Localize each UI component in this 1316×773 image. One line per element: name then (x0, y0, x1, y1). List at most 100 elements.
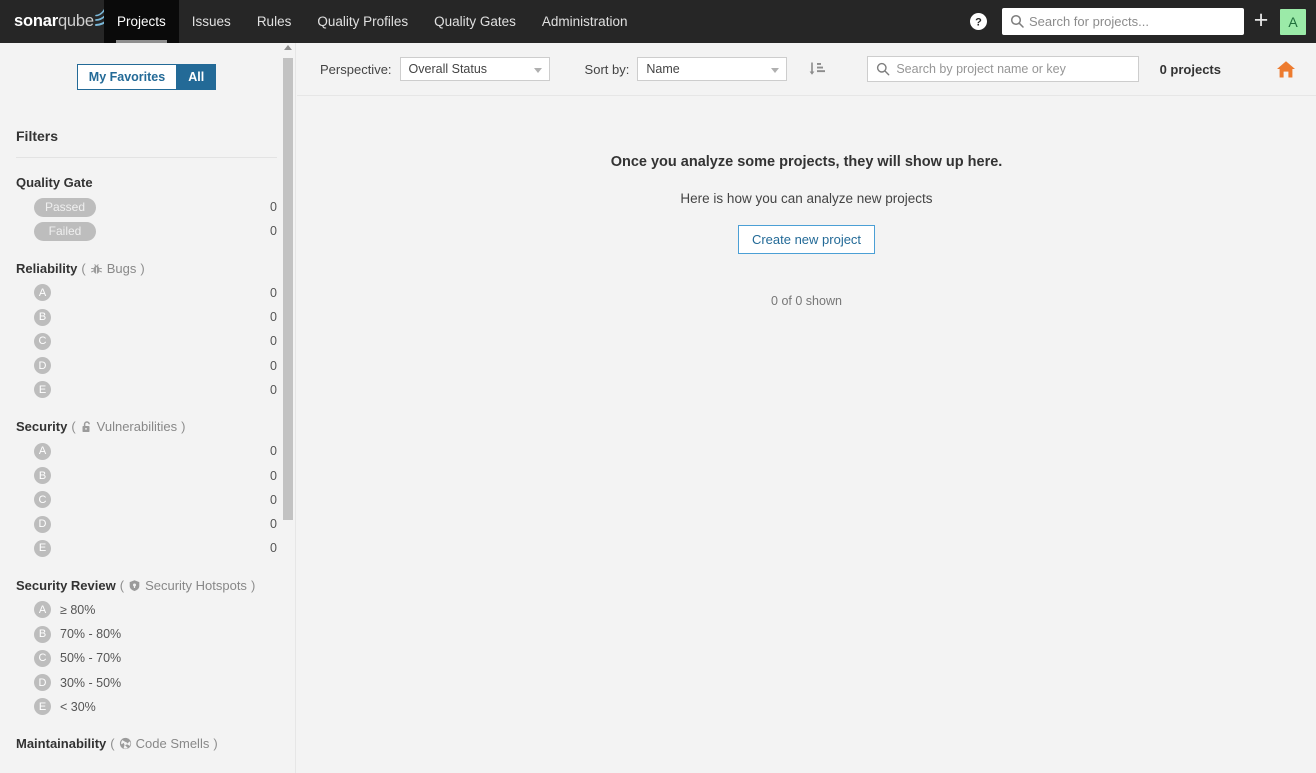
status-badge-failed: Failed (34, 221, 96, 241)
paren-close: ) (250, 577, 256, 593)
security-hotspot-shield-icon (128, 579, 141, 592)
rating-badge-a: A (34, 601, 51, 619)
nav-right-actions: ? + A (964, 0, 1316, 43)
filters-sidebar: My Favorites All Filters Quality Gate Pa… (0, 43, 296, 773)
facet-title: Security Review (16, 577, 116, 593)
bug-icon (90, 262, 103, 275)
facet-row-rating-c[interactable]: C 0 (16, 488, 277, 512)
facet-row-passed[interactable]: Passed 0 (16, 195, 277, 219)
scrollbar-thumb[interactable] (283, 58, 293, 520)
facet-range-label: 50% - 70% (60, 651, 122, 666)
nav-item-quality-gates[interactable]: Quality Gates (421, 0, 529, 43)
status-badge-passed: Passed (34, 197, 96, 217)
toggle-all[interactable]: All (176, 64, 217, 90)
facet-count: 0 (270, 492, 277, 507)
facet-row-rating-c[interactable]: C 0 (16, 329, 277, 353)
facet-row-rating-d[interactable]: D 0 (16, 512, 277, 536)
user-avatar[interactable]: A (1280, 8, 1306, 35)
facet-security-review-list: A ≥ 80% B 70% - 80% C 50% - 70% D 30% - … (16, 598, 277, 719)
sonarqube-logo[interactable]: sonarqube (0, 0, 117, 43)
home-icon[interactable] (1274, 57, 1298, 81)
create-new-project-button[interactable]: Create new project (737, 225, 876, 254)
rating-badge-b: B (34, 467, 51, 485)
facet-range-label: < 30% (60, 699, 96, 714)
logo-text-light: qube (57, 12, 94, 31)
rating-badge-a: A (34, 284, 51, 302)
paren-open: ( (81, 260, 86, 276)
sort-descending-icon[interactable] (804, 56, 830, 82)
facet-row-rating-a[interactable]: A 0 (16, 439, 277, 463)
facet-title: Reliability (16, 260, 78, 276)
paren-open: ( (119, 577, 125, 593)
facet-quality-gate-header: Quality Gate (16, 175, 277, 190)
project-search-box[interactable] (867, 56, 1140, 82)
paren-close: ) (140, 260, 145, 276)
nav-item-administration[interactable]: Administration (529, 0, 641, 43)
facet-row-rating-b[interactable]: B 0 (16, 463, 277, 487)
empty-state: Once you analyze some projects, they wil… (297, 96, 1316, 308)
sort-by-label: Sort by: (584, 61, 630, 77)
search-icon (1010, 14, 1024, 31)
toggle-my-favorites[interactable]: My Favorites (76, 64, 177, 90)
project-search-input[interactable] (868, 57, 1139, 81)
rating-badge-e: E (34, 698, 51, 716)
facet-row-rating-e[interactable]: E 0 (16, 536, 277, 560)
global-search-input[interactable] (1002, 8, 1244, 35)
facet-quality-gate-list: Passed 0 Failed 0 (16, 195, 277, 244)
facet-reliability-list: A 0 B 0 C 0 D 0 E 0 (16, 281, 277, 402)
perspective-label: Perspective: (320, 61, 392, 77)
facet-range-label: ≥ 80% (60, 602, 96, 617)
facet-row-rating-e[interactable]: E 0 (16, 378, 277, 402)
facet-count: 0 (270, 541, 277, 556)
perspective-select[interactable]: Overall Status (399, 57, 550, 81)
empty-state-subtitle: Here is how you can analyze new projects (680, 191, 933, 206)
nav-item-issues[interactable]: Issues (179, 0, 244, 43)
facet-security-header: Security ( Vulnerabilities ) (16, 419, 277, 434)
sort-by-select[interactable]: Name (637, 57, 788, 81)
rating-badge-c: C (34, 491, 51, 509)
help-circle-icon[interactable]: ? (964, 0, 992, 43)
chevron-down-icon (771, 68, 780, 73)
nav-item-quality-profiles[interactable]: Quality Profiles (304, 0, 421, 43)
main-nav-items: Projects Issues Rules Quality Profiles Q… (104, 0, 640, 43)
facet-reliability-header: Reliability ( Bugs) (16, 261, 277, 276)
facet-title: Quality Gate (16, 175, 93, 190)
facet-row-rating-b[interactable]: B 70% - 80% (16, 622, 277, 646)
sidebar-scrollbar[interactable] (282, 43, 295, 773)
paren-close: ) (213, 736, 218, 752)
facet-count: 0 (270, 468, 277, 483)
facet-count: 0 (270, 382, 277, 397)
facet-security-review-header: Security Review ( Security Hotspots ) (16, 578, 277, 593)
facet-row-rating-a[interactable]: A ≥ 80% (16, 598, 277, 622)
chevron-down-icon (533, 68, 542, 73)
favorites-toggle: My Favorites All (16, 64, 277, 90)
facet-subtitle: Vulnerabilities (96, 419, 178, 435)
rating-badge-d: D (34, 674, 51, 692)
nav-item-projects[interactable]: Projects (104, 0, 179, 43)
facet-row-rating-a[interactable]: A 0 (16, 281, 277, 305)
rating-badge-b: B (34, 308, 51, 326)
facet-security-review: Security Review ( Security Hotspots ) A … (16, 578, 277, 719)
facet-reliability: Reliability ( Bugs) A 0 B 0 C 0 D 0 E 0 (16, 261, 277, 402)
facet-subtitle: Bugs (106, 260, 137, 276)
facet-security: Security ( Vulnerabilities ) A 0 B 0 C 0… (16, 419, 277, 560)
global-search-box[interactable] (1002, 8, 1244, 35)
rating-badge-c: C (34, 649, 51, 667)
paren-open: ( (71, 419, 76, 435)
projects-main-panel: Perspective: Overall Status Sort by: Nam… (297, 43, 1316, 773)
facet-row-rating-d[interactable]: D 0 (16, 353, 277, 377)
facet-row-rating-b[interactable]: B 0 (16, 305, 277, 329)
facet-row-failed[interactable]: Failed 0 (16, 219, 277, 243)
svg-text:?: ? (975, 17, 982, 29)
facet-row-rating-d[interactable]: D 30% - 50% (16, 670, 277, 694)
facet-row-rating-e[interactable]: E < 30% (16, 695, 277, 719)
facet-row-rating-c[interactable]: C 50% - 70% (16, 646, 277, 670)
shown-count-text: 0 of 0 shown (771, 294, 842, 308)
facet-security-list: A 0 B 0 C 0 D 0 E 0 (16, 439, 277, 560)
create-new-button[interactable]: + (1244, 0, 1278, 43)
empty-state-title: Once you analyze some projects, they wil… (610, 154, 1003, 170)
rating-badge-b: B (34, 625, 51, 643)
nav-item-rules[interactable]: Rules (244, 0, 305, 43)
facet-maintainability: Maintainability ( Code Smells ) (16, 736, 277, 751)
scroll-up-arrow-icon[interactable] (284, 45, 292, 50)
